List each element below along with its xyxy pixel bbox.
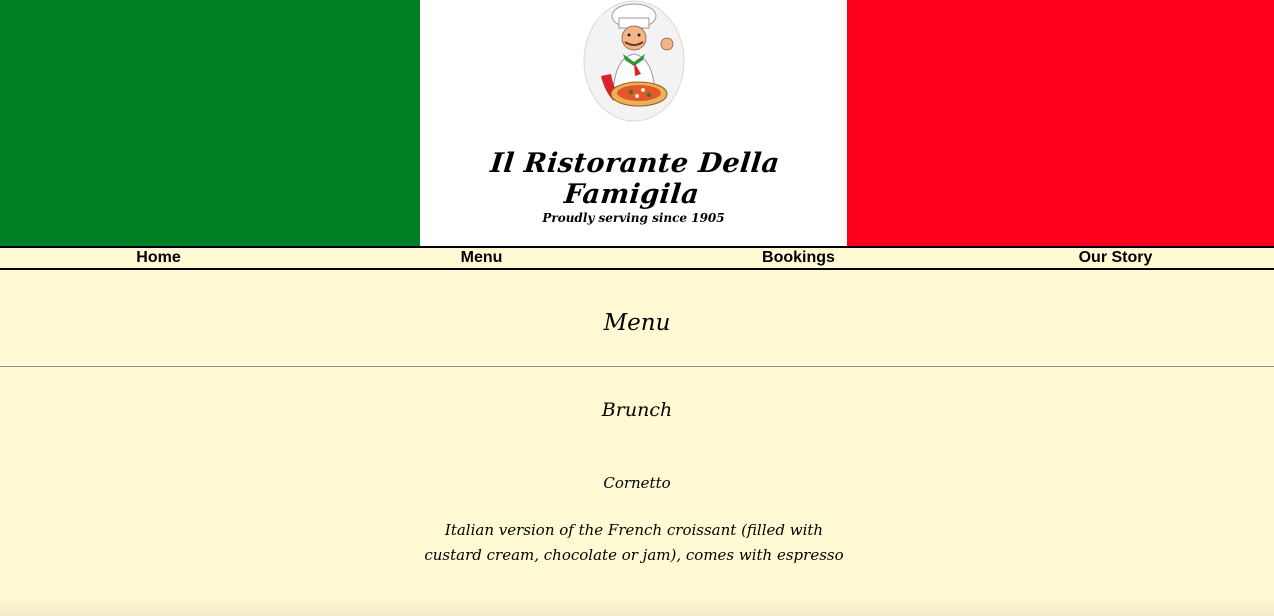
tagline: Proudly serving since 1905 (542, 211, 725, 225)
nav-home[interactable]: Home (0, 248, 323, 268)
menu-item-name: Cornetto (603, 474, 671, 492)
bottom-shadow (0, 596, 1274, 616)
nav-our-story[interactable]: Our Story (957, 248, 1274, 268)
divider (0, 366, 1274, 367)
header-flag: Il Ristorante Della Famigila Proudly ser… (0, 0, 1274, 246)
menu-item-description: Italian version of the French croissant … (424, 521, 844, 564)
section-title: Brunch (601, 399, 673, 421)
flag-green-band (0, 0, 420, 246)
flag-red-band (847, 0, 1274, 246)
main-nav: Home Menu Bookings Our Story (0, 246, 1274, 270)
restaurant-name: Il Ristorante Della Famigila (488, 148, 782, 210)
nav-menu[interactable]: Menu (323, 248, 640, 268)
page: Il Ristorante Della Famigila Proudly ser… (0, 0, 1274, 616)
nav-bookings[interactable]: Bookings (640, 248, 957, 268)
chef-with-pizza-logo-icon (583, 0, 685, 122)
flag-white-band: Il Ristorante Della Famigila Proudly ser… (420, 0, 847, 246)
page-title: Menu (603, 310, 671, 336)
